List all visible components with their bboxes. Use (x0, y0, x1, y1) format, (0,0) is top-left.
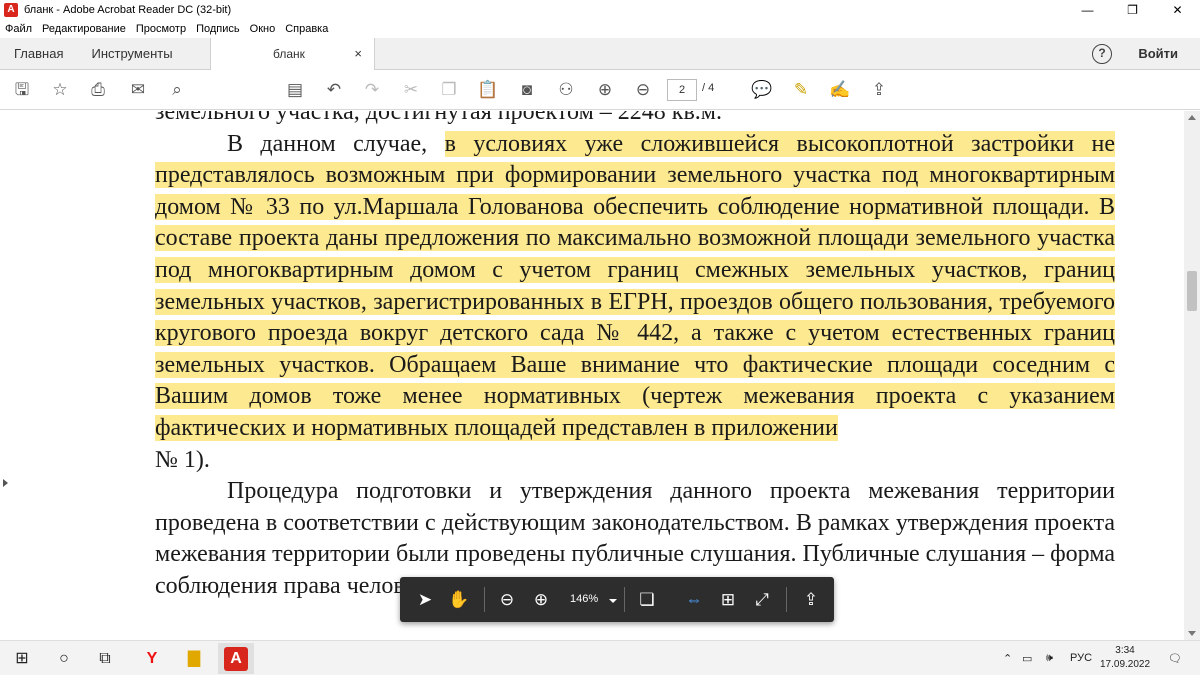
taskbar: ⊞ ○ ⧉ Y ▇ A ⌃ ▭ 🕪 РУС 3:34 17.09.2022 🗨 (0, 640, 1200, 675)
restore-button[interactable]: ❐ (1110, 0, 1155, 20)
clock-date: 17.09.2022 (1100, 659, 1151, 670)
window-title: бланк - Adobe Acrobat Reader DC (32-bit) (24, 4, 232, 16)
zoom-in-icon[interactable]: ⊕ (529, 588, 553, 612)
left-panel-expand-icon[interactable] (3, 479, 8, 487)
notifications-icon[interactable]: 🗨 (1168, 652, 1182, 665)
document-settings-icon[interactable]: ▤ (283, 78, 307, 102)
redo-icon[interactable]: ↷ (360, 78, 384, 102)
close-window-button[interactable]: ✕ (1155, 0, 1200, 20)
page-layout-icon[interactable]: ❏ (635, 588, 659, 612)
tab-document-label: бланк (273, 47, 305, 61)
bookmark-star-icon[interactable]: ☆ (48, 78, 72, 102)
title-bar: A бланк - Adobe Acrobat Reader DC (32-bi… (0, 0, 1200, 20)
main-toolbar: 🖫 ☆ ⎙ ✉ ⌕ ▤ ↶ ↷ ✂ ❐ 📋 ◙ ⚇ ⊕ ⊖ 2 / 4 💬 ✎ … (0, 70, 1200, 110)
floating-toolbar: ➤ ✋ ⊖ ⊕ ❏ ⇔ ⊞ ⤢ ⇪ (400, 577, 834, 622)
volume-icon[interactable]: 🕪 (1046, 652, 1053, 665)
fit-page-icon[interactable]: ⊞ (716, 588, 740, 612)
close-tab-icon[interactable]: × (354, 46, 362, 61)
file-explorer-icon[interactable]: ▇ (182, 647, 206, 671)
zoom-out-icon[interactable]: ⊖ (495, 588, 519, 612)
help-icon[interactable]: ? (1092, 44, 1112, 64)
share-icon[interactable]: ⇪ (867, 78, 891, 102)
menu-view[interactable]: Просмотр (131, 23, 191, 35)
separator (484, 587, 485, 612)
tab-home[interactable]: Главная (0, 38, 77, 70)
scroll-thumb[interactable] (1187, 271, 1197, 311)
cut-icon[interactable]: ✂ (399, 78, 423, 102)
clock[interactable]: 3:34 17.09.2022 (1100, 644, 1150, 672)
page-count: / 4 (702, 82, 715, 94)
select-tool-icon[interactable]: ➤ (413, 588, 437, 612)
search-circle-icon[interactable]: ○ (52, 647, 76, 671)
yandex-browser-icon[interactable]: Y (140, 647, 164, 671)
comment-icon[interactable]: 💬 (750, 78, 774, 102)
paragraph-1: В данном случае, в условиях уже сложивше… (155, 129, 1116, 477)
print-icon[interactable]: ⎙ (86, 78, 110, 102)
menu-bar: Файл Редактирование Просмотр Подпись Окн… (0, 20, 1200, 38)
zoom-level[interactable]: 146% (570, 593, 598, 605)
zoom-dropdown-icon[interactable] (609, 599, 617, 603)
network-icon[interactable]: ▭ (1022, 652, 1032, 665)
menu-help[interactable]: Справка (280, 23, 333, 35)
task-view-icon[interactable]: ⧉ (93, 647, 117, 671)
login-button[interactable]: Войти (1138, 46, 1178, 61)
text-line-top: земельного участка, достигнутая проектом… (155, 111, 722, 125)
read-mode-icon[interactable]: ⇪ (799, 588, 823, 612)
tray-chevron-icon[interactable]: ⌃ (1003, 652, 1012, 665)
clock-time: 3:34 (1115, 645, 1135, 656)
document-text: земельного участка, достигнутая проектом… (155, 111, 1116, 603)
highlight-icon[interactable]: ✎ (789, 78, 813, 102)
paragraph-1-lead: В данном случае, (227, 130, 445, 157)
document-view[interactable]: земельного участка, достигнутая проектом… (0, 111, 1184, 640)
acrobat-app-icon: A (4, 3, 18, 17)
paragraph-1-tail: № 1). (155, 446, 210, 473)
vertical-scrollbar[interactable] (1184, 111, 1200, 640)
highlighted-text: в условиях уже сложившейся высокоплотной… (155, 130, 1116, 441)
menu-window[interactable]: Окно (245, 23, 281, 35)
tab-document[interactable]: бланк × (210, 38, 375, 70)
separator (786, 587, 787, 612)
save-icon[interactable]: 🖫 (10, 78, 34, 102)
hand-tool-icon[interactable]: ✋ (447, 588, 471, 612)
undo-icon[interactable]: ↶ (322, 78, 346, 102)
full-screen-icon[interactable]: ⤢ (750, 588, 774, 612)
menu-file[interactable]: Файл (0, 23, 37, 35)
search-icon[interactable]: ⌕ (165, 78, 189, 102)
minimize-button[interactable]: — (1065, 0, 1110, 20)
copy-icon[interactable]: ❐ (437, 78, 461, 102)
tab-tools[interactable]: Инструменты (77, 38, 186, 70)
window-controls: — ❐ ✕ (1065, 0, 1200, 20)
windows-start-icon[interactable]: ⊞ (10, 647, 34, 671)
page-up-icon[interactable]: ⊕ (593, 78, 617, 102)
draw-icon[interactable]: ✍ (828, 78, 852, 102)
email-icon[interactable]: ✉ (126, 78, 150, 102)
paste-icon[interactable]: 📋 (476, 78, 500, 102)
acrobat-taskbar-icon[interactable]: A (224, 647, 248, 671)
menu-sign[interactable]: Подпись (191, 23, 245, 35)
page-number-input[interactable]: 2 (667, 79, 697, 101)
scroll-down-icon[interactable] (1188, 631, 1196, 636)
menu-edit[interactable]: Редактирование (37, 23, 131, 35)
find-icon[interactable]: ⚇ (554, 78, 578, 102)
tab-bar: Главная Инструменты бланк × ? Войти (0, 38, 1200, 70)
fit-width-icon[interactable]: ⇔ (682, 588, 706, 612)
snapshot-icon[interactable]: ◙ (515, 78, 539, 102)
language-indicator[interactable]: РУС (1070, 652, 1092, 664)
scroll-up-icon[interactable] (1188, 115, 1196, 120)
page-down-icon[interactable]: ⊖ (631, 78, 655, 102)
separator (624, 587, 625, 612)
